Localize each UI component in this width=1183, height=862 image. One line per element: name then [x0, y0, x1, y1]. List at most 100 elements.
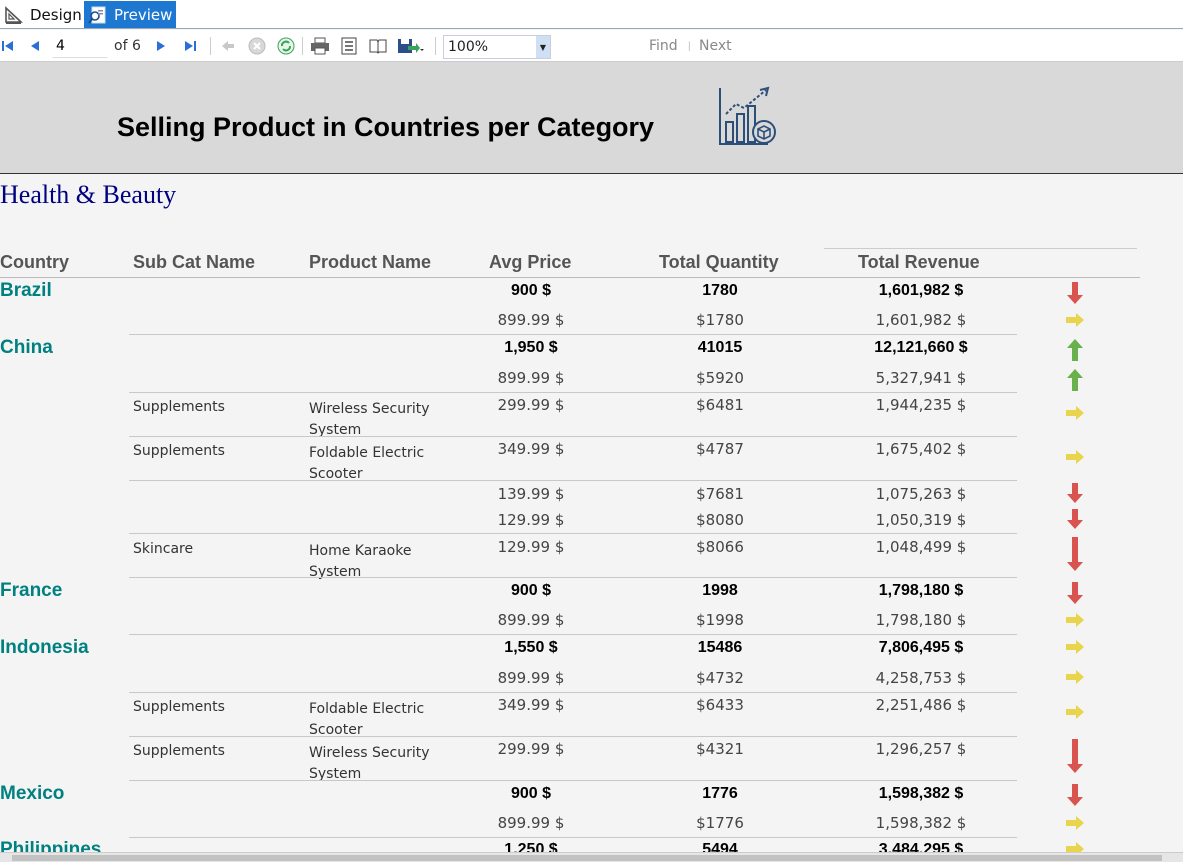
- page-setup-button[interactable]: [367, 30, 389, 62]
- find-button[interactable]: Find: [649, 30, 678, 62]
- print-button[interactable]: [309, 30, 331, 62]
- prev-page-button[interactable]: [26, 30, 44, 62]
- row-revenue-cell: 1,798,180 $: [875, 611, 967, 629]
- row-revenue-cell: 12,121,660 $: [874, 339, 968, 356]
- row-avg-price-cell: 900 $: [510, 582, 552, 599]
- column-header-product: Product Name: [309, 252, 432, 272]
- row-quantity-cell: $1776: [696, 814, 744, 832]
- row-sub-cat-cell: Supplements: [133, 443, 225, 459]
- back-button[interactable]: [218, 30, 238, 62]
- zoom-value: 100%: [448, 39, 489, 55]
- arrow-right-icon: [1065, 815, 1085, 836]
- row-quantity-cell: 1998: [702, 582, 738, 599]
- refresh-icon: [277, 37, 295, 55]
- arrow-right-icon: [1065, 312, 1085, 333]
- row-country-cell[interactable]: China: [0, 337, 53, 359]
- refresh-button[interactable]: [275, 30, 297, 62]
- arrow-up-icon: [1065, 339, 1085, 366]
- row-revenue-cell: 1,601,982 $: [878, 282, 964, 299]
- row-quantity-cell: $5920: [696, 369, 744, 387]
- toolbar-divider: [302, 37, 303, 55]
- arrow-right-icon: [1065, 401, 1085, 430]
- row-quantity-cell: 1780: [702, 282, 738, 299]
- row-quantity-cell: $8080: [696, 511, 744, 529]
- stop-icon: [248, 37, 266, 55]
- print-layout-button[interactable]: [338, 30, 360, 62]
- column-header-sub-cat: Sub Cat Name: [133, 252, 256, 272]
- table-header: Country Sub Cat Name Product Name Avg Pr…: [0, 248, 1140, 278]
- export-icon: [398, 39, 424, 53]
- row-avg-price-cell: 1,950 $: [504, 339, 558, 356]
- row-avg-price-cell: 899.99 $: [497, 814, 565, 832]
- row-quantity-cell: $4321: [696, 740, 744, 758]
- row-divider: [129, 533, 1017, 534]
- row-revenue-cell: 2,251,486 $: [875, 696, 967, 714]
- row-divider: [129, 634, 1017, 635]
- next-page-button[interactable]: [152, 30, 170, 62]
- export-button[interactable]: [395, 30, 425, 62]
- row-country-cell[interactable]: Mexico: [0, 783, 64, 805]
- row-revenue-cell: 7,806,495 $: [878, 639, 964, 656]
- row-avg-price-cell: 900 $: [510, 282, 552, 299]
- find-separator: |: [688, 40, 691, 52]
- last-page-button[interactable]: [180, 30, 200, 62]
- row-sub-cat-cell: Supplements: [133, 399, 225, 415]
- print-icon: [311, 37, 329, 55]
- row-divider: [129, 436, 1017, 437]
- row-avg-price-cell: 899.99 $: [497, 611, 565, 629]
- row-sub-cat-cell: Skincare: [133, 541, 194, 557]
- row-revenue-cell: 5,327,941 $: [875, 369, 967, 387]
- chevron-down-icon[interactable]: ▼: [536, 36, 550, 58]
- find-next-button[interactable]: Next: [699, 30, 732, 62]
- arrow-down-icon: [1065, 537, 1085, 576]
- row-quantity-cell: $7681: [696, 485, 744, 503]
- arrow-right-icon: [1065, 639, 1085, 660]
- row-divider: [129, 736, 1017, 737]
- tab-preview[interactable]: Preview: [84, 1, 176, 28]
- stop-button[interactable]: [246, 30, 268, 62]
- row-product-cell: Wireless Security System: [309, 401, 430, 438]
- arrow-down-icon: [1065, 483, 1085, 508]
- arrow-right-icon: [1065, 445, 1085, 474]
- toolbar-divider: [210, 37, 211, 55]
- row-divider: [129, 577, 1017, 578]
- row-divider: [129, 837, 1017, 838]
- row-quantity-cell: $4732: [696, 669, 744, 687]
- row-avg-price-cell: 349.99 $: [497, 696, 565, 714]
- column-header-total-revenue: Total Revenue: [858, 252, 980, 272]
- row-sub-cat-cell: Supplements: [133, 699, 225, 715]
- row-country-cell[interactable]: Brazil: [0, 280, 52, 302]
- row-country-cell[interactable]: Indonesia: [0, 637, 89, 659]
- row-divider: [129, 780, 1017, 781]
- last-page-icon: [185, 41, 196, 51]
- row-divider: [129, 334, 1017, 335]
- column-header-avg-price: Avg Price: [489, 252, 572, 272]
- tab-design[interactable]: Design: [0, 1, 84, 28]
- column-header-country: Country: [0, 252, 69, 272]
- report-header: Selling Product in Countries per Categor…: [0, 62, 1183, 174]
- row-avg-price-cell: 129.99 $: [497, 511, 565, 529]
- find-text-input[interactable]: [564, 33, 639, 60]
- row-avg-price-cell: 129.99 $: [497, 538, 565, 556]
- first-page-icon: [2, 41, 13, 51]
- back-icon: [222, 41, 234, 51]
- tab-preview-label: Preview: [114, 5, 173, 24]
- first-page-button[interactable]: [0, 30, 16, 62]
- row-revenue-cell: 1,048,499 $: [875, 538, 967, 556]
- preview-icon: [88, 6, 106, 24]
- row-country-cell[interactable]: France: [0, 580, 62, 602]
- next-page-icon: [157, 41, 165, 51]
- row-avg-price-cell: 299.99 $: [497, 740, 565, 758]
- arrow-down-icon: [1065, 582, 1085, 609]
- horizontal-scrollbar[interactable]: [0, 852, 1183, 862]
- zoom-select[interactable]: 100% ▼: [443, 35, 551, 59]
- page-number-input[interactable]: [52, 34, 108, 58]
- row-quantity-cell: $6481: [696, 396, 744, 414]
- tab-strip: Design Preview: [0, 0, 1183, 29]
- row-revenue-cell: 1,944,235 $: [875, 396, 967, 414]
- row-quantity-cell: $1998: [696, 611, 744, 629]
- scrollbar-thumb[interactable]: [12, 855, 1162, 861]
- design-icon: [5, 5, 24, 24]
- row-revenue-cell: 1,050,319 $: [875, 511, 967, 529]
- chart-growth-icon: [719, 86, 776, 145]
